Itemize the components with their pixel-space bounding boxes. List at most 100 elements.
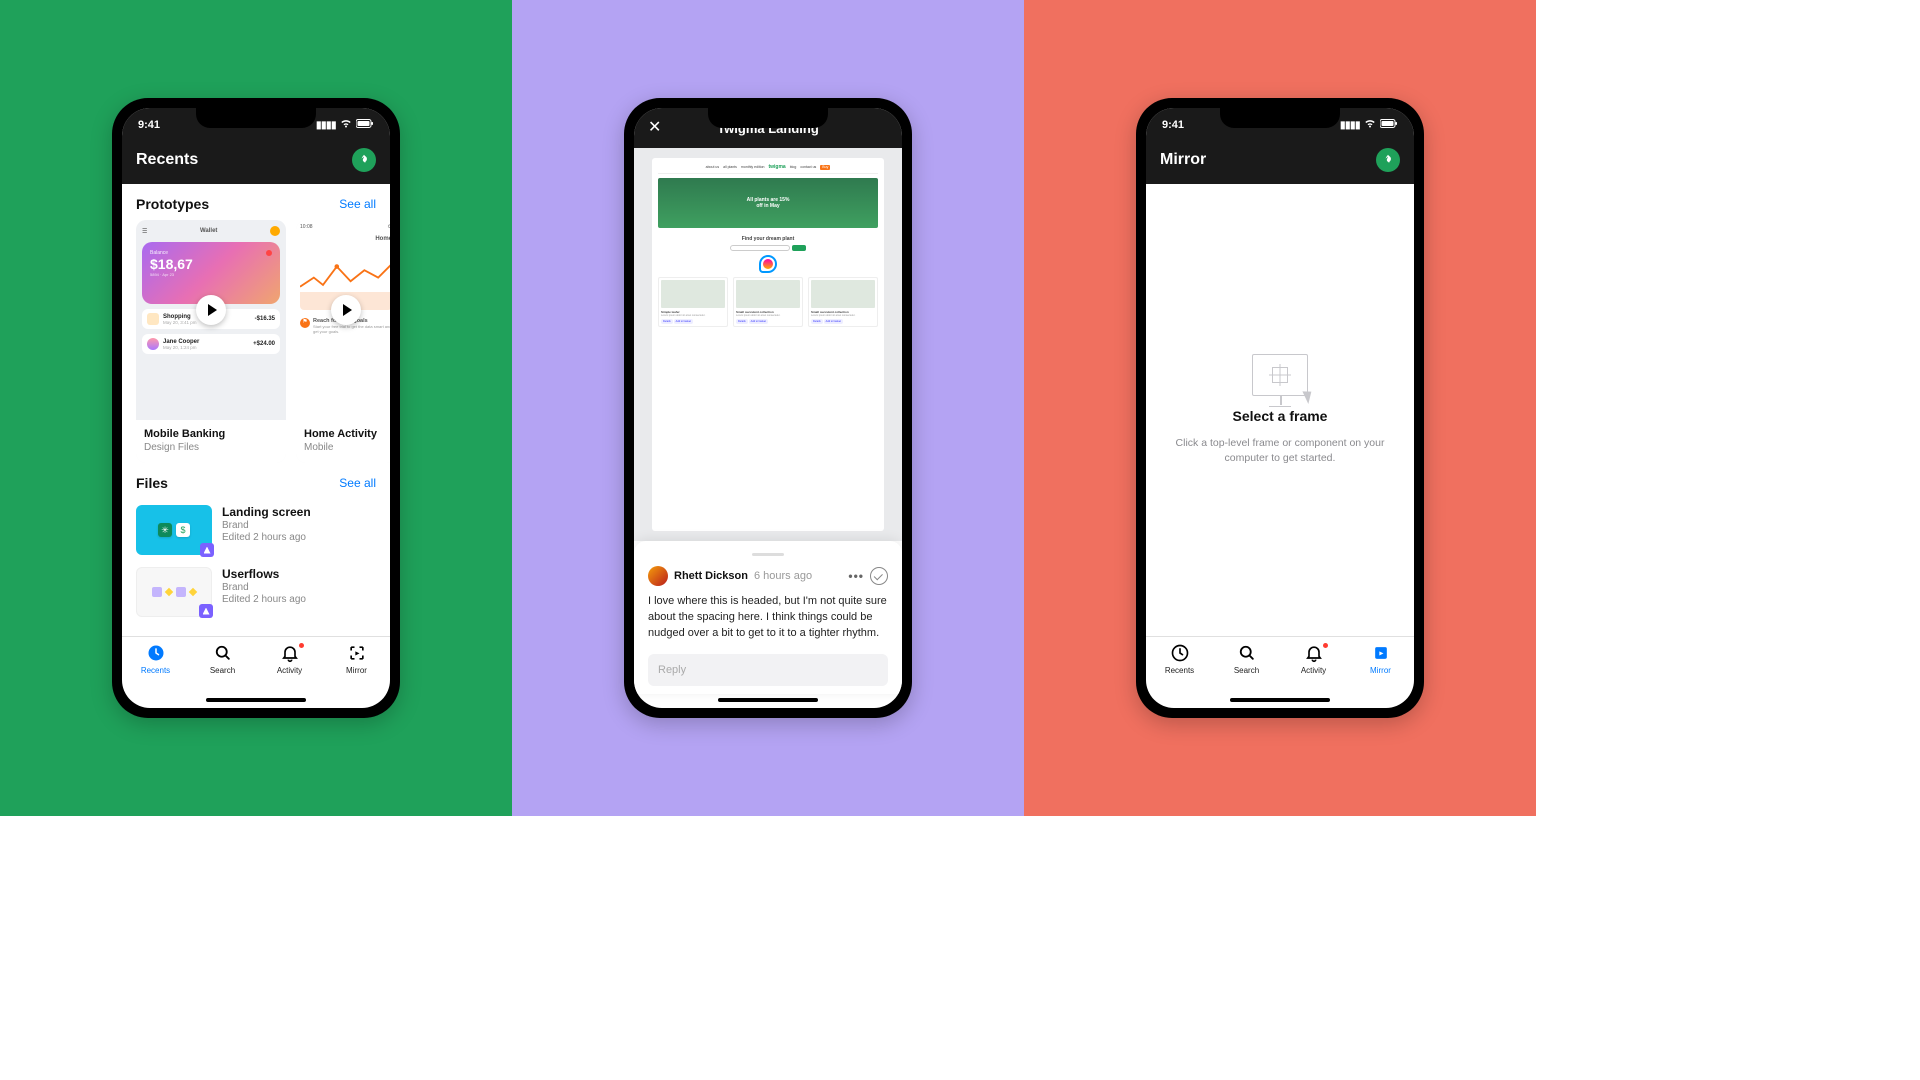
tab-label: Mirror [1370, 666, 1391, 675]
tab-recents[interactable]: Recents [1146, 642, 1213, 694]
tab-mirror[interactable]: Mirror [323, 642, 390, 694]
bag-icon [147, 313, 159, 325]
figjam-badge-icon [200, 543, 214, 557]
play-icon[interactable] [331, 295, 361, 325]
tab-bar: Recents Search Activity Mirror [1146, 636, 1414, 694]
content-scroll[interactable]: Prototypes See all ☰Wallet Balance $18,6… [122, 184, 390, 636]
file-edited: Edited 2 hours ago [222, 532, 311, 543]
nav-link: monthly edition [741, 165, 765, 169]
panel-green: 9:41 ▮▮▮▮ Recents [0, 0, 512, 816]
product-btn: Add to basket [824, 319, 843, 324]
tab-label: Recents [141, 666, 170, 675]
file-thumbnail [136, 567, 212, 617]
nav-link: all plants [723, 165, 737, 169]
flag-icon: ⚑ [300, 318, 310, 328]
bell-icon [279, 642, 301, 664]
prototype-subtitle: Design Files [144, 442, 278, 453]
home-indicator[interactable] [206, 698, 306, 702]
tab-recents[interactable]: Recents [122, 642, 189, 694]
file-edited: Edited 2 hours ago [222, 594, 306, 605]
tab-search[interactable]: Search [1213, 642, 1280, 694]
search-icon [212, 642, 234, 664]
balance-value: $18,67 [150, 256, 272, 272]
avatar-icon [147, 338, 159, 350]
phone-frame-1: 9:41 ▮▮▮▮ Recents [112, 98, 400, 718]
app-header: Recents [122, 142, 390, 184]
site-logo: twigma [768, 164, 785, 170]
file-row[interactable]: Userflows Brand Edited 2 hours ago [122, 561, 390, 623]
signal-icon: ▮▮▮▮ [1340, 120, 1360, 131]
hero-text: off in May [756, 203, 779, 209]
phone-frame-2: ✕ Twigma Landing about usall plantsmonth… [624, 98, 912, 718]
file-row[interactable]: ✳$ Landing screen Brand Edited 2 hours a… [122, 499, 390, 561]
bell-icon [1303, 642, 1325, 664]
notch [1220, 108, 1340, 128]
tab-activity[interactable]: Activity [256, 642, 323, 694]
panel-purple: ✕ Twigma Landing about usall plantsmonth… [512, 0, 1024, 816]
product-btn: Add to basket [749, 319, 768, 324]
txn-time: May 20, 1:24 pm [163, 345, 249, 350]
comment-time: 6 hours ago [754, 570, 812, 582]
frame-illustration-icon [1252, 354, 1308, 396]
tab-mirror[interactable]: Mirror [1347, 642, 1414, 694]
canvas-preview[interactable]: about us all plants monthly editiontwigma b… [634, 148, 902, 541]
prototype-card[interactable]: 10:08⟳ Home ⚑Reach for your goalsStart y… [296, 220, 390, 463]
drag-handle[interactable] [752, 553, 784, 556]
section-title-files: Files [136, 475, 168, 491]
badge-dot [1323, 643, 1328, 648]
app-header: Mirror [1146, 142, 1414, 184]
home-indicator[interactable] [718, 698, 818, 702]
see-all-prototypes[interactable]: See all [339, 197, 376, 211]
notch [196, 108, 316, 128]
phone-frame-3: 9:41 ▮▮▮▮ Mirror Select a frame Click a … [1136, 98, 1424, 718]
nav-link: about us [706, 165, 719, 169]
empty-title: Select a frame [1233, 408, 1328, 424]
nav-link: blog [790, 165, 797, 169]
user-avatar[interactable] [1376, 148, 1400, 172]
home-indicator[interactable] [1230, 698, 1330, 702]
see-all-files[interactable]: See all [339, 476, 376, 490]
tab-label: Activity [1301, 666, 1326, 675]
page-title: Recents [136, 151, 198, 169]
resolve-icon[interactable] [870, 567, 888, 585]
search-field-preview [730, 245, 790, 251]
tab-label: Search [210, 666, 235, 675]
file-name: Userflows [222, 567, 306, 581]
tab-label: Search [1234, 666, 1259, 675]
product-btn: Add to basket [674, 319, 693, 324]
more-icon[interactable]: ••• [848, 569, 864, 583]
close-icon[interactable]: ✕ [648, 120, 670, 136]
wallet-sub2: Apr 23 [162, 272, 174, 277]
activity-heading: Home [300, 236, 390, 242]
tab-search[interactable]: Search [189, 642, 256, 694]
user-avatar[interactable] [352, 148, 376, 172]
page-title: Mirror [1160, 151, 1206, 169]
file-name: Landing screen [222, 505, 311, 519]
mirror-empty-state: Select a frame Click a top-level frame o… [1146, 184, 1414, 636]
prototype-card[interactable]: ☰Wallet Balance $18,67 5894 · Apr 23 Sho… [136, 220, 286, 463]
prototype-name: Mobile Banking [144, 428, 278, 440]
section-title-prototypes: Prototypes [136, 196, 209, 212]
tab-label: Recents [1165, 666, 1194, 675]
txn-amount: +$24.00 [253, 341, 275, 347]
search-icon [1236, 642, 1258, 664]
tab-bar: Recents Search Activity Mirror [122, 636, 390, 694]
tab-label: Activity [277, 666, 302, 675]
wifi-icon [1364, 119, 1376, 131]
comment-pin-icon[interactable] [759, 255, 777, 273]
badge-dot [299, 643, 304, 648]
product-btn: Details [736, 319, 748, 324]
product-desc: Lorem ipsum dolor sit amet consectetur. [661, 314, 725, 317]
commenter-avatar[interactable] [648, 566, 668, 586]
play-icon[interactable] [196, 295, 226, 325]
reply-input[interactable]: Reply [648, 654, 888, 686]
clock-icon [1169, 642, 1191, 664]
file-project: Brand [222, 520, 311, 531]
buy-button: Buy [820, 165, 830, 170]
mirror-icon [346, 642, 368, 664]
status-time: 9:41 [138, 119, 160, 131]
product-btn: Details [661, 319, 673, 324]
tab-activity[interactable]: Activity [1280, 642, 1347, 694]
empty-description: Click a top-level frame or component on … [1170, 436, 1390, 465]
clock-icon [145, 642, 167, 664]
